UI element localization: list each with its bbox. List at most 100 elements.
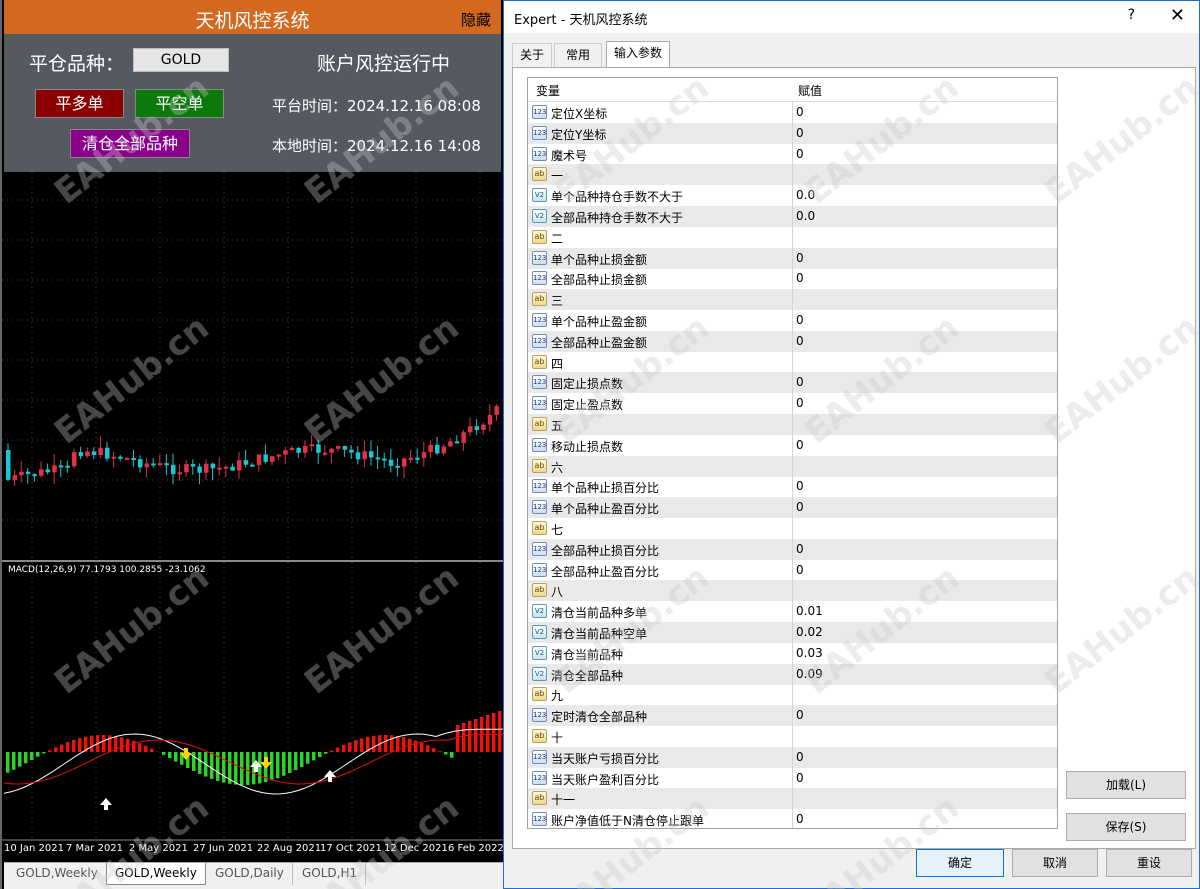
table-row[interactable]: 123 单个品种止盈金额 0 [528,310,1057,331]
histogram-bar [72,739,76,752]
param-value[interactable]: 0.0 [796,188,815,202]
table-row[interactable]: ab 五 [528,414,1057,435]
table-row[interactable]: V2 清仓当前品种 0.03 [528,642,1057,664]
table-row[interactable]: V2 全部品种持仓手数不大于 0.0 [528,206,1057,227]
table-row[interactable]: 123 魔术号 0 [528,143,1057,165]
load-button[interactable]: 加载(L) [1066,771,1186,799]
chart-tab[interactable]: GOLD,Daily [207,863,293,885]
hide-button[interactable]: 隐藏 [461,9,491,30]
param-value[interactable]: 0 [796,479,804,493]
param-value[interactable]: 0 [796,812,804,826]
integer-type-icon: 123 [532,105,547,119]
param-value[interactable]: 0 [796,771,804,785]
param-value[interactable]: 0 [796,271,804,285]
histogram-bar [456,725,460,752]
param-value[interactable]: 0 [796,334,804,348]
column-divider [792,414,793,435]
param-value[interactable]: 0 [796,313,804,327]
table-row[interactable]: 123 全部品种止盈金额 0 [528,330,1057,352]
param-value[interactable]: 0 [796,375,804,389]
table-row[interactable]: ab 六 [528,455,1057,477]
table-row[interactable]: ab 一 [528,164,1057,186]
dialog-titlebar[interactable]: Expert - 天机风控系统 ? ✕ [504,1,1199,33]
table-row[interactable]: ab 三 [528,289,1057,311]
table-row[interactable]: 123 固定止盈点数 0 [528,393,1057,415]
cancel-button[interactable]: 取消 [1012,849,1098,877]
close-long-button[interactable]: 平多单 [35,89,124,118]
param-value[interactable]: 0 [796,563,804,577]
table-row[interactable]: 123 单个品种止盈百分比 0 [528,497,1057,519]
table-row[interactable]: ab 四 [528,351,1057,373]
close-icon[interactable]: ✕ [1170,5,1185,26]
param-value[interactable]: 0.0 [796,209,815,223]
table-row[interactable]: 123 移动止损点数 0 [528,434,1057,456]
table-row[interactable]: ab 二 [528,226,1057,248]
param-name: 定位Y坐标 [551,127,607,142]
candle-body [342,446,348,450]
close-short-button[interactable]: 平空单 [135,89,224,118]
chart-tab[interactable]: GOLD,H1 [294,863,367,885]
ok-button[interactable]: 确定 [916,849,1004,877]
column-variable[interactable]: 变量 [536,82,560,99]
param-name: 定位X坐标 [551,107,608,121]
table-row[interactable]: 123 全部品种止盈百分比 0 [528,559,1057,581]
save-button[interactable]: 保存(S) [1066,813,1186,841]
table-row[interactable]: 123 定位X坐标 0 [528,102,1057,123]
symbol-input[interactable]: GOLD [133,48,229,72]
table-row[interactable]: V2 清仓当前品种空单 0.02 [528,622,1057,643]
table-row[interactable]: 123 单个品种止损百分比 0 [528,476,1057,498]
help-button[interactable]: ? [1128,7,1135,23]
tab-inputs[interactable]: 输入参数 [606,41,670,68]
column-divider [792,518,793,539]
table-row[interactable]: 123 定位Y坐标 0 [528,122,1057,144]
table-row[interactable]: ab 十一 [528,788,1057,810]
histogram-bar [54,747,58,752]
histogram-bar [486,715,490,752]
string-type-icon: ab [532,167,547,182]
close-all-button[interactable]: 清仓全部品种 [70,129,190,158]
param-value[interactable]: 0.01 [796,604,823,618]
table-row[interactable]: 123 当天账户盈利百分比 0 [528,767,1057,789]
param-value[interactable]: 0 [796,105,804,119]
tab-about[interactable]: 关于 [512,43,552,67]
param-value[interactable]: 0 [796,251,804,265]
table-row[interactable]: 123 定时清仓全部品种 0 [528,705,1057,727]
table-row[interactable]: 123 当天账户亏损百分比 0 [528,746,1057,768]
param-value[interactable]: 0 [796,708,804,722]
param-value[interactable]: 0.02 [796,625,823,639]
param-value[interactable]: 0 [796,750,804,764]
table-row[interactable]: 123 单个品种止损金额 0 [528,247,1057,269]
table-row[interactable]: V2 清仓全部品种 0.09 [528,663,1057,685]
param-value[interactable]: 0 [796,147,804,161]
table-row[interactable]: ab 九 [528,684,1057,706]
table-row[interactable]: 123 账户净值低于N清仓停止跟单 0 [528,809,1057,828]
reset-button[interactable]: 重设 [1106,849,1192,877]
table-row[interactable]: ab 八 [528,580,1057,602]
param-value[interactable]: 0 [796,542,804,556]
param-value[interactable]: 0 [796,500,804,514]
chart-area[interactable]: 天机风控系统 隐藏 平仓品种： GOLD 账户风控运行中 平多单 平空单 清仓全… [0,0,505,889]
panel-title-bar: 天机风控系统 隐藏 [4,0,501,34]
parameters-table[interactable]: 变量 赋值 123 定位X坐标 0 123 定位Y坐标 0 123 魔术号 0 ab 一 V2 单个品种… [527,77,1058,829]
table-row[interactable]: 123 全部品种止损金额 0 [528,268,1057,290]
chart-tab[interactable]: GOLD,Weekly [8,863,107,885]
table-row[interactable]: V2 单个品种持仓手数不大于 0.0 [528,185,1057,207]
table-row[interactable]: V2 清仓当前品种多单 0.01 [528,601,1057,623]
table-row[interactable]: ab 十 [528,726,1057,747]
tab-common[interactable]: 常用 [554,43,602,67]
table-row[interactable]: 123 固定止损点数 0 [528,372,1057,394]
integer-type-icon: 123 [532,146,547,161]
param-value[interactable]: 0 [796,438,804,452]
param-value[interactable]: 0.09 [796,667,823,681]
table-row[interactable]: 123 全部品种止损百分比 0 [528,538,1057,560]
histogram-bar [258,752,262,784]
table-row[interactable]: ab 七 [528,518,1057,539]
column-divider [792,351,793,373]
param-value[interactable]: 0.03 [796,646,823,660]
candle-body [39,469,44,476]
param-value[interactable]: 0 [796,126,804,140]
param-value[interactable]: 0 [796,396,804,410]
chart-tab-active[interactable]: GOLD,Weekly [106,863,206,885]
column-value[interactable]: 赋值 [798,82,822,99]
column-divider [792,102,793,123]
